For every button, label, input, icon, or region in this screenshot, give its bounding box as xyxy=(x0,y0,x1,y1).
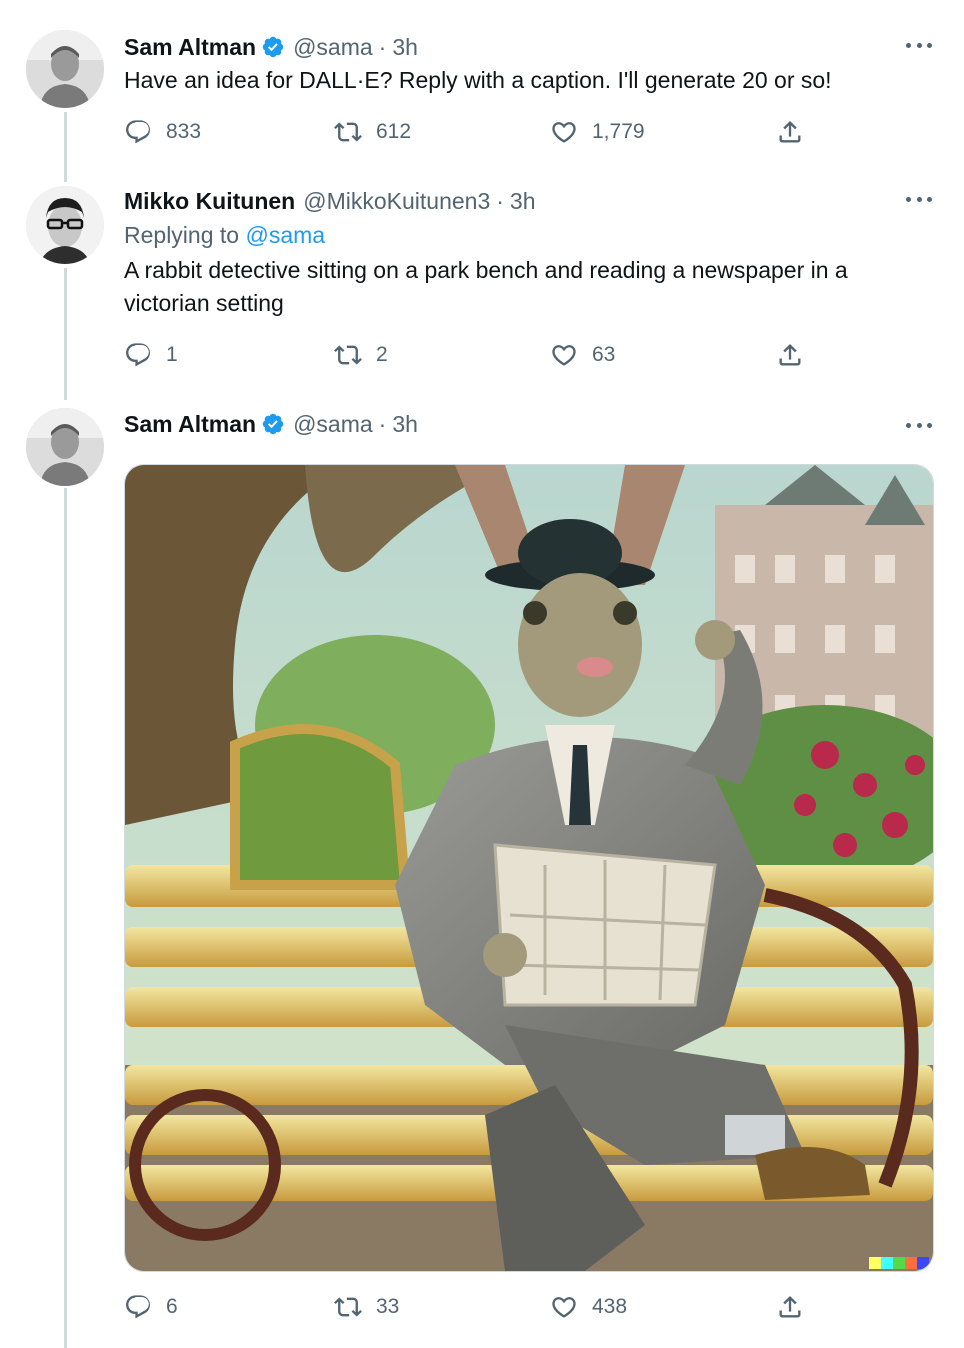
mention-link[interactable]: @sama xyxy=(245,222,325,248)
like-button[interactable]: 63 xyxy=(550,338,615,372)
tweet-actions: 833 612 1,779 xyxy=(124,115,814,149)
heart-icon xyxy=(552,1297,576,1318)
retweet-button[interactable]: 33 xyxy=(334,1290,399,1324)
heart-icon xyxy=(552,345,576,366)
retweet-button[interactable]: 2 xyxy=(334,338,388,372)
author-handle[interactable]: @sama xyxy=(293,411,373,438)
tweet[interactable]: Mikko Kuitunen @MikkoKuitunen3 · 3h Repl… xyxy=(0,186,964,386)
like-count: 63 xyxy=(592,343,616,366)
retweet-icon xyxy=(334,122,362,142)
tweet-text: A rabbit detective sitting on a park ben… xyxy=(124,257,848,316)
author-name[interactable]: Sam Altman xyxy=(124,34,256,61)
author-handle[interactable]: @MikkoKuitunen3 xyxy=(303,188,490,215)
share-button[interactable] xyxy=(776,115,804,149)
retweet-count: 2 xyxy=(376,343,388,366)
like-button[interactable]: 438 xyxy=(550,1290,627,1324)
reply-button[interactable]: 6 xyxy=(124,1290,178,1324)
more-options-icon[interactable] xyxy=(906,38,932,52)
reply-icon xyxy=(126,343,150,367)
thread-line xyxy=(64,488,67,1348)
verified-badge-icon xyxy=(262,36,284,58)
retweet-count: 612 xyxy=(376,120,412,143)
retweet-icon xyxy=(334,345,362,365)
retweet-button[interactable]: 612 xyxy=(334,115,411,149)
reply-count: 833 xyxy=(166,120,202,143)
retweet-icon xyxy=(334,1297,362,1317)
separator-dot: · xyxy=(378,410,387,437)
author-name[interactable]: Sam Altman xyxy=(124,411,256,438)
avatar[interactable] xyxy=(26,408,104,486)
avatar[interactable] xyxy=(26,30,104,108)
replying-label: Replying to xyxy=(124,222,240,248)
verified-badge-icon xyxy=(262,413,284,435)
share-icon xyxy=(779,121,801,143)
tweet-header: Mikko Kuitunen @MikkoKuitunen3 · 3h xyxy=(124,186,536,216)
tweet-image[interactable] xyxy=(124,464,934,1272)
reply-button[interactable]: 833 xyxy=(124,115,201,149)
share-icon xyxy=(779,1296,801,1318)
separator-dot: · xyxy=(378,33,387,60)
tweet-time[interactable]: 3h xyxy=(392,34,418,61)
reply-button[interactable]: 1 xyxy=(124,338,178,372)
reply-icon xyxy=(126,1295,150,1319)
like-count: 438 xyxy=(592,1295,628,1318)
more-options-icon[interactable] xyxy=(906,418,932,432)
tweet-header: Sam Altman @sama · 3h xyxy=(124,32,418,62)
reply-count: 6 xyxy=(166,1295,178,1318)
avatar[interactable] xyxy=(26,186,104,264)
tweet-actions: 1 2 63 xyxy=(124,338,814,372)
tweet-time[interactable]: 3h xyxy=(510,188,536,215)
tweet[interactable]: Sam Altman @sama · 3h Have an idea for D… xyxy=(0,30,964,160)
tweet-actions: 6 33 438 xyxy=(124,1290,814,1324)
like-count: 1,779 xyxy=(592,120,645,143)
like-button[interactable]: 1,779 xyxy=(550,115,645,149)
share-button[interactable] xyxy=(776,338,804,372)
tweet-header: Sam Altman @sama · 3h xyxy=(124,409,418,439)
author-handle[interactable]: @sama xyxy=(293,34,373,61)
separator-dot: · xyxy=(496,187,504,214)
heart-icon xyxy=(552,122,576,143)
author-name[interactable]: Mikko Kuitunen xyxy=(124,188,295,215)
reply-icon xyxy=(126,120,150,144)
more-options-icon[interactable] xyxy=(906,192,932,206)
tweet-time[interactable]: 3h xyxy=(392,411,418,438)
share-button[interactable] xyxy=(776,1290,804,1324)
tweet-text: Have an idea for DALL·E? Reply with a ca… xyxy=(124,67,832,93)
replying-to: Replying to @sama xyxy=(124,222,325,249)
reply-count: 1 xyxy=(166,343,178,366)
share-icon xyxy=(779,344,801,366)
retweet-count: 33 xyxy=(376,1295,400,1318)
